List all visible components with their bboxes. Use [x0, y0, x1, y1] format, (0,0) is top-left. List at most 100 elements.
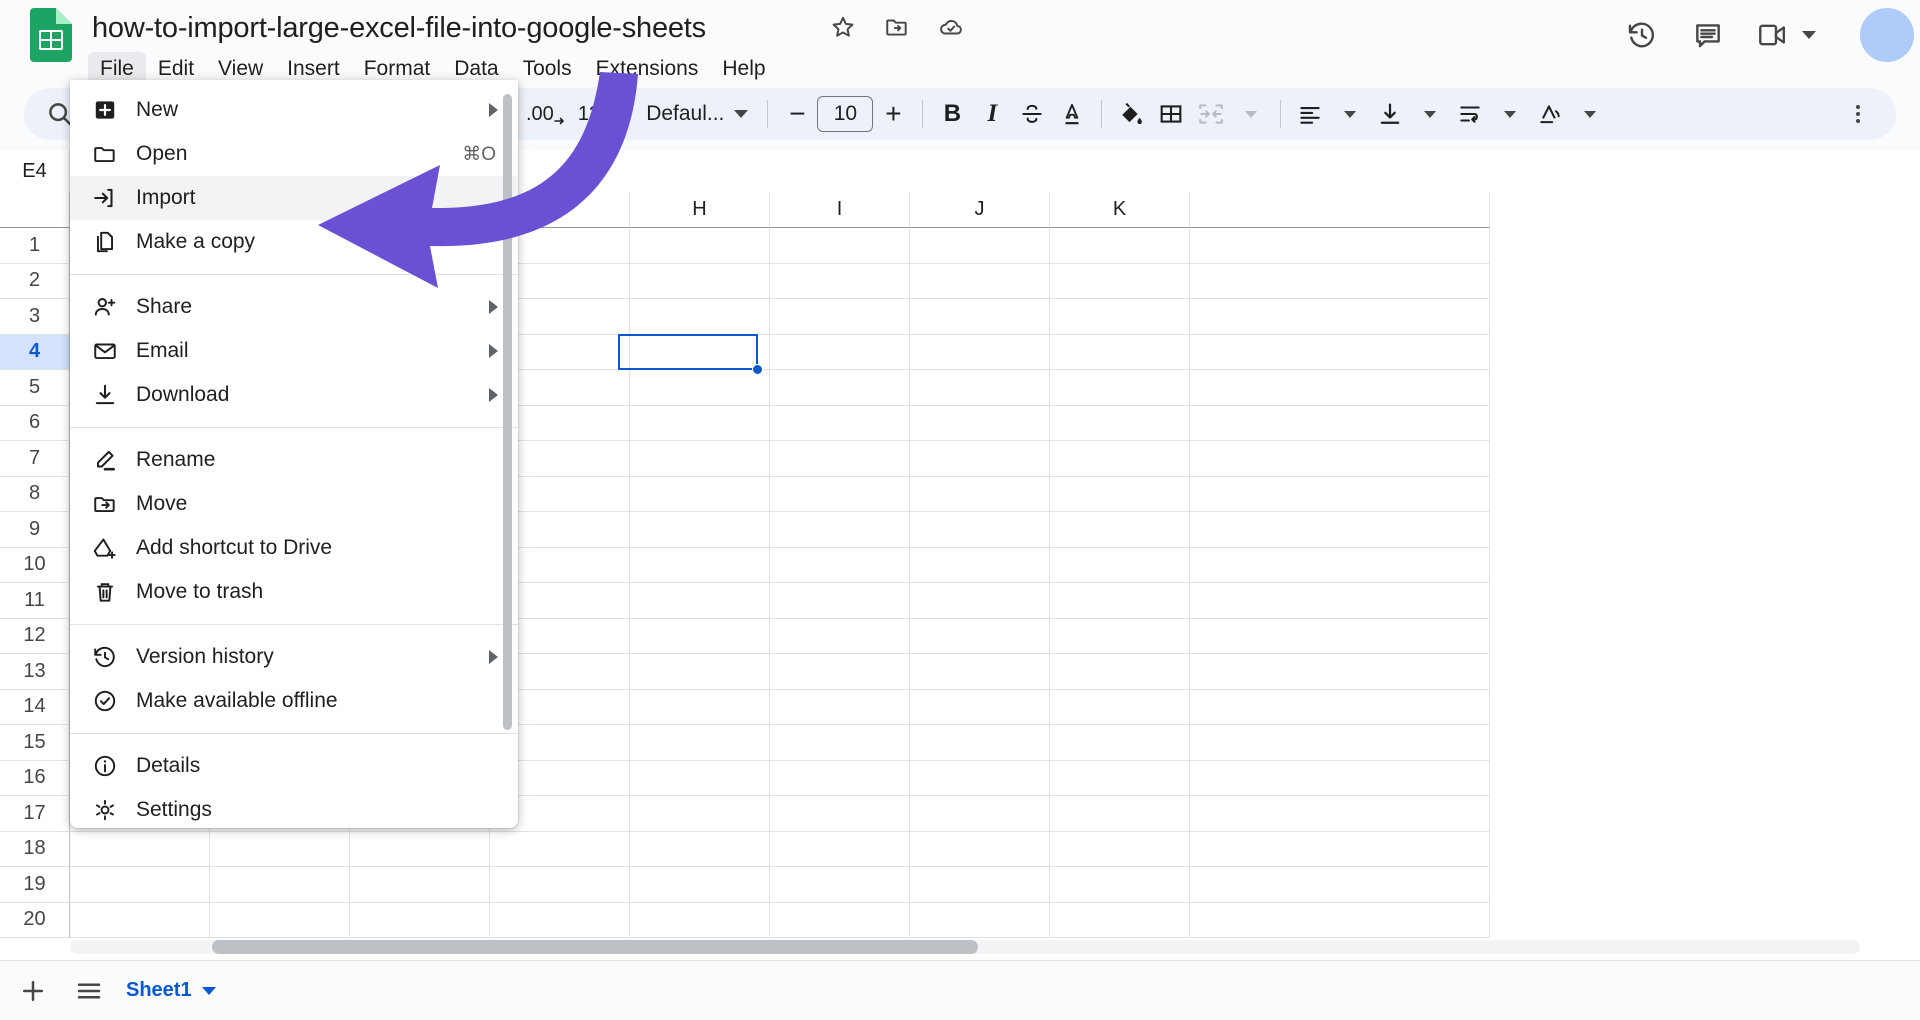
cell-J16[interactable]: [910, 761, 1050, 797]
cell-extra-19[interactable]: [1190, 867, 1490, 903]
cell-H11[interactable]: [630, 583, 770, 619]
cell-J20[interactable]: [910, 903, 1050, 939]
cell-extra-11[interactable]: [1190, 583, 1490, 619]
row-header-5[interactable]: 5: [0, 370, 70, 406]
cell-K14[interactable]: [1050, 690, 1190, 726]
cell-K15[interactable]: [1050, 725, 1190, 761]
row-header-19[interactable]: 19: [0, 867, 70, 903]
cell-K20[interactable]: [1050, 903, 1190, 939]
decrease-font-size-button[interactable]: −: [777, 94, 817, 134]
cell-H5[interactable]: [630, 370, 770, 406]
merge-cells-icon[interactable]: [1191, 94, 1231, 134]
cell-H18[interactable]: [630, 832, 770, 868]
cell-extra-5[interactable]: [1190, 370, 1490, 406]
cell-J8[interactable]: [910, 477, 1050, 513]
cell-H14[interactable]: [630, 690, 770, 726]
row-header-14[interactable]: 14: [0, 690, 70, 726]
cell-J17[interactable]: [910, 796, 1050, 832]
version-history-icon[interactable]: [1620, 13, 1664, 57]
cell-H16[interactable]: [630, 761, 770, 797]
cell-H6[interactable]: [630, 406, 770, 442]
meet-call-icon[interactable]: [1752, 13, 1796, 57]
cell-H7[interactable]: [630, 441, 770, 477]
strikethrough-button[interactable]: [1012, 94, 1052, 134]
cell-K1[interactable]: [1050, 228, 1190, 264]
chevron-down-icon[interactable]: [1802, 31, 1816, 39]
file-menu-item-move[interactable]: Move: [70, 482, 518, 526]
cell-extra-12[interactable]: [1190, 619, 1490, 655]
cell-J5[interactable]: [910, 370, 1050, 406]
selection-fill-handle[interactable]: [752, 364, 763, 375]
cell-H3[interactable]: [630, 299, 770, 335]
chevron-down-icon[interactable]: [1231, 94, 1271, 134]
cell-extra-7[interactable]: [1190, 441, 1490, 477]
cell-extra-14[interactable]: [1190, 690, 1490, 726]
file-menu-item-details[interactable]: Details: [70, 744, 518, 788]
file-menu-item-email[interactable]: Email: [70, 329, 518, 373]
cell-I3[interactable]: [770, 299, 910, 335]
text-rotation-icon[interactable]: [1530, 94, 1570, 134]
cell-G18[interactable]: [490, 832, 630, 868]
cell-J9[interactable]: [910, 512, 1050, 548]
cell-J2[interactable]: [910, 264, 1050, 300]
avatar[interactable]: [1860, 8, 1914, 62]
cell-J10[interactable]: [910, 548, 1050, 584]
comment-icon[interactable]: [1686, 13, 1730, 57]
file-menu-item-rename[interactable]: Rename: [70, 438, 518, 482]
cell-H9[interactable]: [630, 512, 770, 548]
cell-K9[interactable]: [1050, 512, 1190, 548]
cell-J18[interactable]: [910, 832, 1050, 868]
column-header-K[interactable]: K: [1050, 192, 1190, 228]
menu-tools[interactable]: Tools: [511, 52, 584, 86]
cell-I16[interactable]: [770, 761, 910, 797]
chevron-down-icon[interactable]: [1410, 94, 1450, 134]
cell-H19[interactable]: [630, 867, 770, 903]
row-header-1[interactable]: 1: [0, 228, 70, 264]
select-all-corner[interactable]: [0, 192, 70, 228]
row-header-16[interactable]: 16: [0, 761, 70, 797]
cell-J6[interactable]: [910, 406, 1050, 442]
file-menu-item-add-shortcut-to-drive[interactable]: Add shortcut to Drive: [70, 526, 518, 570]
row-header-8[interactable]: 8: [0, 477, 70, 513]
borders-icon[interactable]: [1151, 94, 1191, 134]
star-icon[interactable]: [830, 14, 856, 40]
row-header-15[interactable]: 15: [0, 725, 70, 761]
file-menu-item-move-to-trash[interactable]: Move to trash: [70, 570, 518, 614]
cell-D20[interactable]: [70, 903, 210, 939]
cell-I10[interactable]: [770, 548, 910, 584]
font-size-input[interactable]: 10: [817, 96, 873, 132]
cell-I1[interactable]: [770, 228, 910, 264]
sheet-tab-sheet1[interactable]: Sheet1: [126, 979, 216, 1002]
cell-K17[interactable]: [1050, 796, 1190, 832]
name-box[interactable]: E4: [0, 150, 70, 192]
cell-extra-3[interactable]: [1190, 299, 1490, 335]
cell-I19[interactable]: [770, 867, 910, 903]
cell-extra-4[interactable]: [1190, 335, 1490, 371]
paint-bucket-icon[interactable]: [1111, 94, 1151, 134]
cell-I12[interactable]: [770, 619, 910, 655]
row-header-4[interactable]: 4: [0, 335, 70, 371]
meet-call-group[interactable]: [1752, 13, 1816, 57]
horizontal-align-icon[interactable]: [1290, 94, 1330, 134]
file-menu-item-new[interactable]: New: [70, 88, 518, 132]
chevron-down-icon[interactable]: [1490, 94, 1530, 134]
cell-I7[interactable]: [770, 441, 910, 477]
cell-D19[interactable]: [70, 867, 210, 903]
cell-F19[interactable]: [350, 867, 490, 903]
file-menu-item-open[interactable]: Open⌘O: [70, 132, 518, 176]
cell-K6[interactable]: [1050, 406, 1190, 442]
move-folder-icon[interactable]: [884, 14, 910, 40]
row-header-7[interactable]: 7: [0, 441, 70, 477]
row-header-17[interactable]: 17: [0, 796, 70, 832]
horizontal-scrollbar-thumb[interactable]: [212, 940, 978, 954]
cell-H13[interactable]: [630, 654, 770, 690]
cell-I2[interactable]: [770, 264, 910, 300]
cell-extra-10[interactable]: [1190, 548, 1490, 584]
file-menu-item-settings[interactable]: Settings: [70, 788, 518, 828]
cell-I17[interactable]: [770, 796, 910, 832]
menu-scrollbar-thumb[interactable]: [503, 94, 512, 730]
cell-K8[interactable]: [1050, 477, 1190, 513]
cell-extra-13[interactable]: [1190, 654, 1490, 690]
cell-I15[interactable]: [770, 725, 910, 761]
text-color-button[interactable]: [1052, 94, 1092, 134]
